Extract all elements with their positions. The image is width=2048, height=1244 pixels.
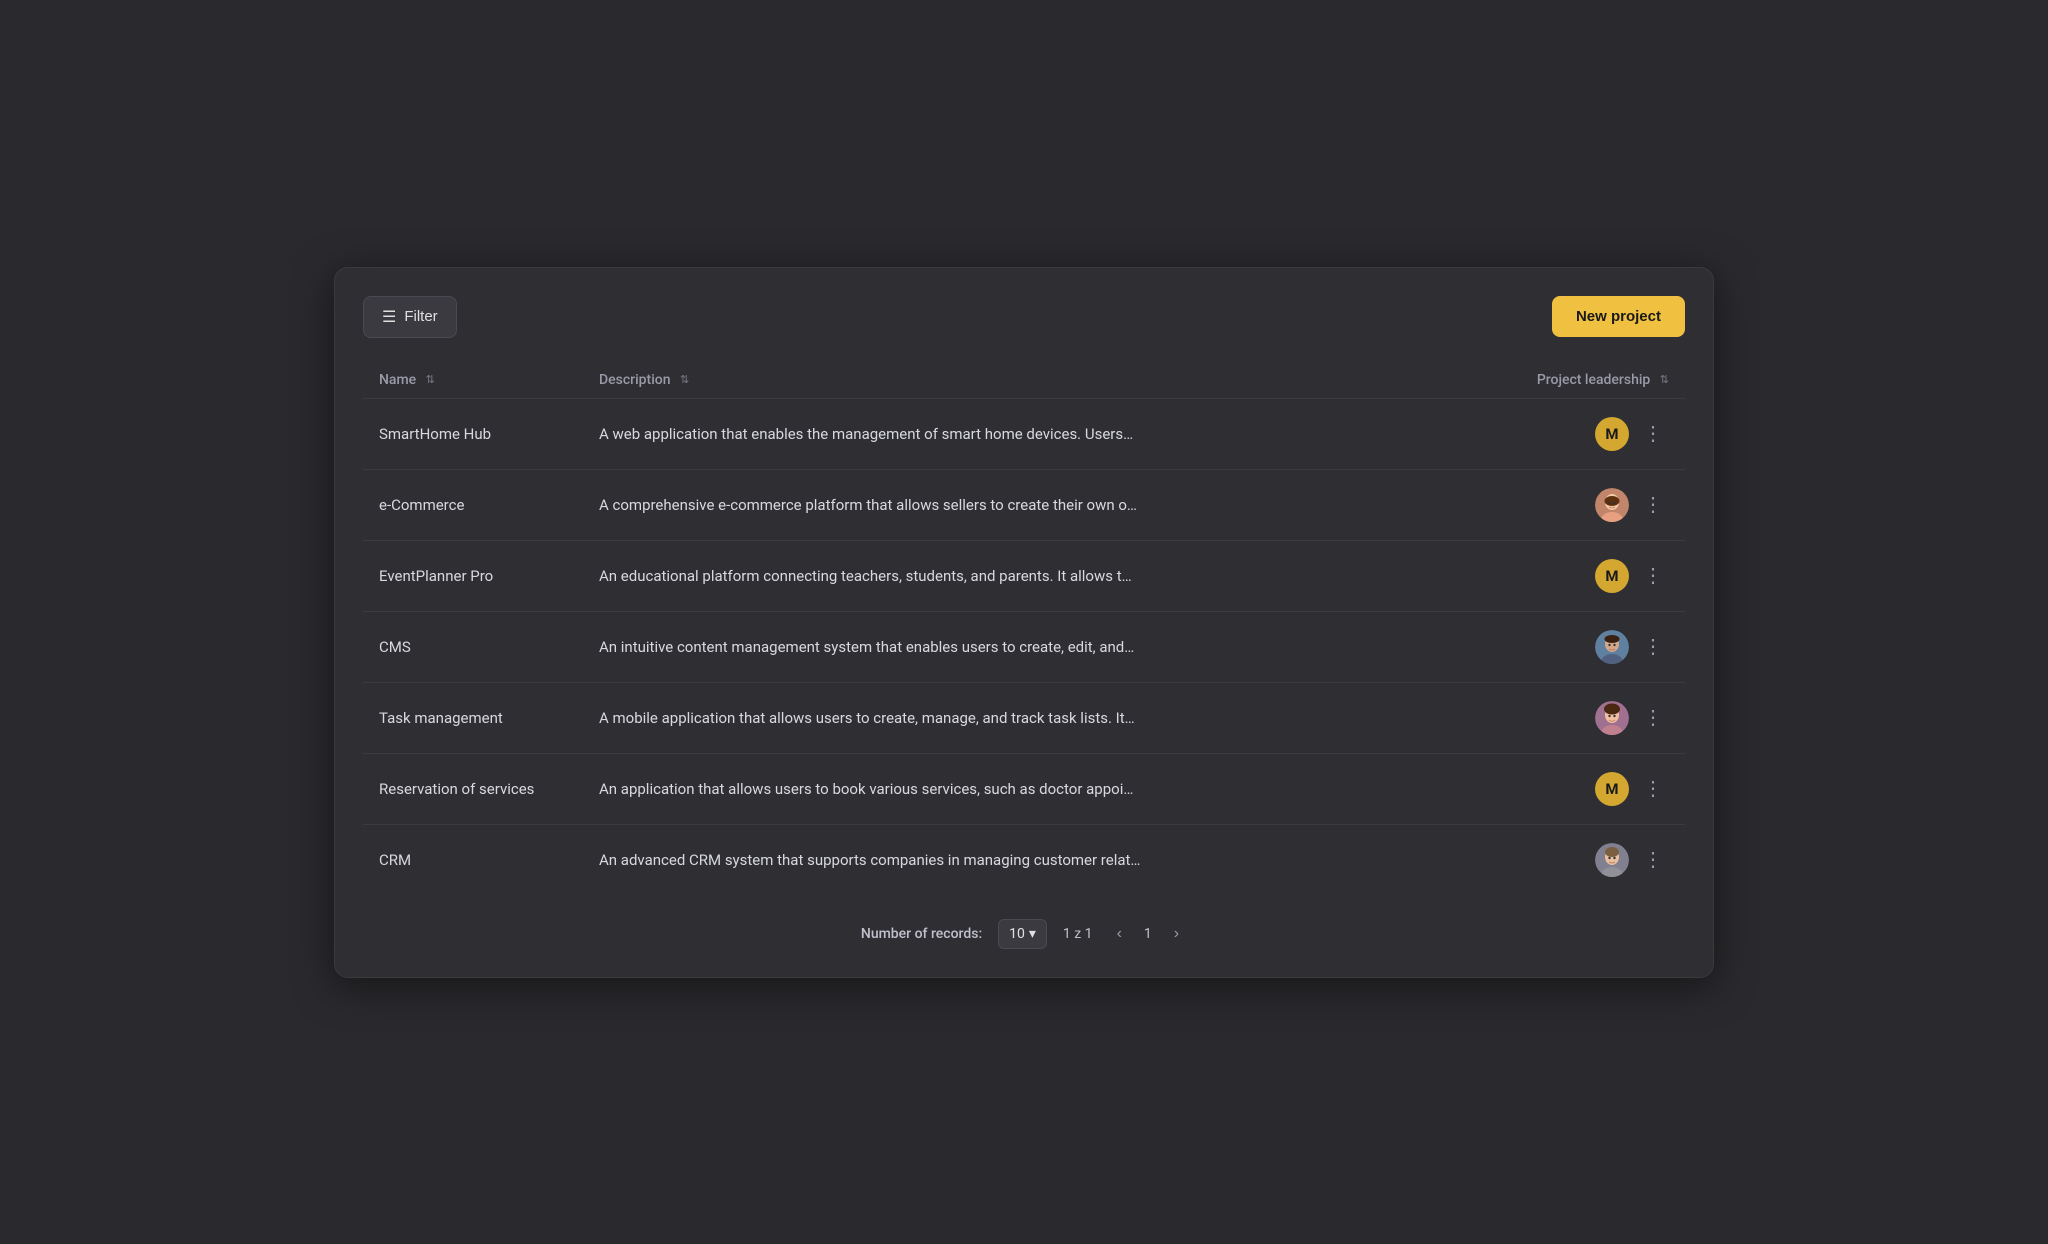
cell-name: Reservation of services [363, 753, 583, 824]
toolbar: ☰ Filter New project [363, 296, 1685, 338]
cell-description: A mobile application that allows users t… [583, 682, 1505, 753]
row-more-button[interactable]: ⋮ [1637, 775, 1669, 803]
current-page-number: 1 [1136, 922, 1160, 946]
records-label: Number of records: [861, 926, 982, 942]
table-row: Task management A mobile application tha… [363, 682, 1685, 753]
row-more-button[interactable]: ⋮ [1637, 420, 1669, 448]
cell-leadership: ⋮ [1505, 469, 1685, 540]
records-per-page-select[interactable]: 10 ▾ [998, 919, 1047, 949]
col-name-label: Name [379, 372, 416, 388]
next-page-button[interactable]: › [1166, 921, 1187, 947]
cell-description: An advanced CRM system that supports com… [583, 824, 1505, 895]
cell-name: CRM [363, 824, 583, 895]
col-description-label: Description [599, 372, 671, 388]
table-row: SmartHome Hub A web application that ena… [363, 398, 1685, 469]
cell-leadership: ⋮ [1505, 611, 1685, 682]
leadership-cell: M ⋮ [1521, 417, 1669, 451]
projects-table: Name ⇅ Description ⇅ Project leadership … [363, 362, 1685, 895]
sort-description-icon: ⇅ [680, 373, 689, 386]
table-header-row: Name ⇅ Description ⇅ Project leadership … [363, 362, 1685, 399]
filter-label: Filter [404, 308, 437, 325]
cell-name: EventPlanner Pro [363, 540, 583, 611]
cell-description: A comprehensive e-commerce platform that… [583, 469, 1505, 540]
leadership-cell: ⋮ [1521, 701, 1669, 735]
avatar [1595, 843, 1629, 877]
sort-name-icon: ⇅ [426, 373, 435, 386]
row-more-button[interactable]: ⋮ [1637, 633, 1669, 661]
avatar [1595, 630, 1629, 664]
table-row: e-Commerce A comprehensive e-commerce pl… [363, 469, 1685, 540]
leadership-cell: ⋮ [1521, 488, 1669, 522]
chevron-down-icon: ▾ [1029, 926, 1036, 942]
col-header-leadership[interactable]: Project leadership ⇅ [1505, 362, 1685, 399]
table-row: CRM An advanced CRM system that supports… [363, 824, 1685, 895]
col-leadership-label: Project leadership [1537, 372, 1650, 388]
cell-name: Task management [363, 682, 583, 753]
prev-page-button[interactable]: ‹ [1109, 921, 1130, 947]
records-value: 10 [1009, 926, 1025, 942]
cell-name: e-Commerce [363, 469, 583, 540]
main-container: ☰ Filter New project Name ⇅ Description … [334, 267, 1714, 978]
filter-icon: ☰ [382, 307, 396, 327]
cell-leadership: ⋮ [1505, 824, 1685, 895]
cell-leadership: ⋮ [1505, 682, 1685, 753]
cell-leadership: M ⋮ [1505, 540, 1685, 611]
avatar: M [1595, 772, 1629, 806]
avatar [1595, 701, 1629, 735]
leadership-cell: ⋮ [1521, 630, 1669, 664]
new-project-button[interactable]: New project [1552, 296, 1685, 337]
avatar: M [1595, 417, 1629, 451]
cell-description: An educational platform connecting teach… [583, 540, 1505, 611]
pagination: Number of records: 10 ▾ 1 z 1 ‹ 1 › [363, 919, 1685, 949]
filter-button[interactable]: ☰ Filter [363, 296, 457, 338]
leadership-cell: ⋮ [1521, 843, 1669, 877]
table-row: EventPlanner Pro An educational platform… [363, 540, 1685, 611]
row-more-button[interactable]: ⋮ [1637, 491, 1669, 519]
leadership-cell: M ⋮ [1521, 772, 1669, 806]
col-header-description[interactable]: Description ⇅ [583, 362, 1505, 399]
page-navigation: ‹ 1 › [1109, 921, 1188, 947]
cell-description: A web application that enables the manag… [583, 398, 1505, 469]
avatar [1595, 488, 1629, 522]
row-more-button[interactable]: ⋮ [1637, 704, 1669, 732]
row-more-button[interactable]: ⋮ [1637, 846, 1669, 874]
col-header-name[interactable]: Name ⇅ [363, 362, 583, 399]
cell-leadership: M ⋮ [1505, 753, 1685, 824]
cell-description: An application that allows users to book… [583, 753, 1505, 824]
sort-leadership-icon: ⇅ [1660, 373, 1669, 386]
cell-name: CMS [363, 611, 583, 682]
table-row: Reservation of services An application t… [363, 753, 1685, 824]
cell-description: An intuitive content management system t… [583, 611, 1505, 682]
row-more-button[interactable]: ⋮ [1637, 562, 1669, 590]
cell-name: SmartHome Hub [363, 398, 583, 469]
avatar: M [1595, 559, 1629, 593]
leadership-cell: M ⋮ [1521, 559, 1669, 593]
table-row: CMS An intuitive content management syst… [363, 611, 1685, 682]
page-info: 1 z 1 [1063, 926, 1093, 942]
cell-leadership: M ⋮ [1505, 398, 1685, 469]
